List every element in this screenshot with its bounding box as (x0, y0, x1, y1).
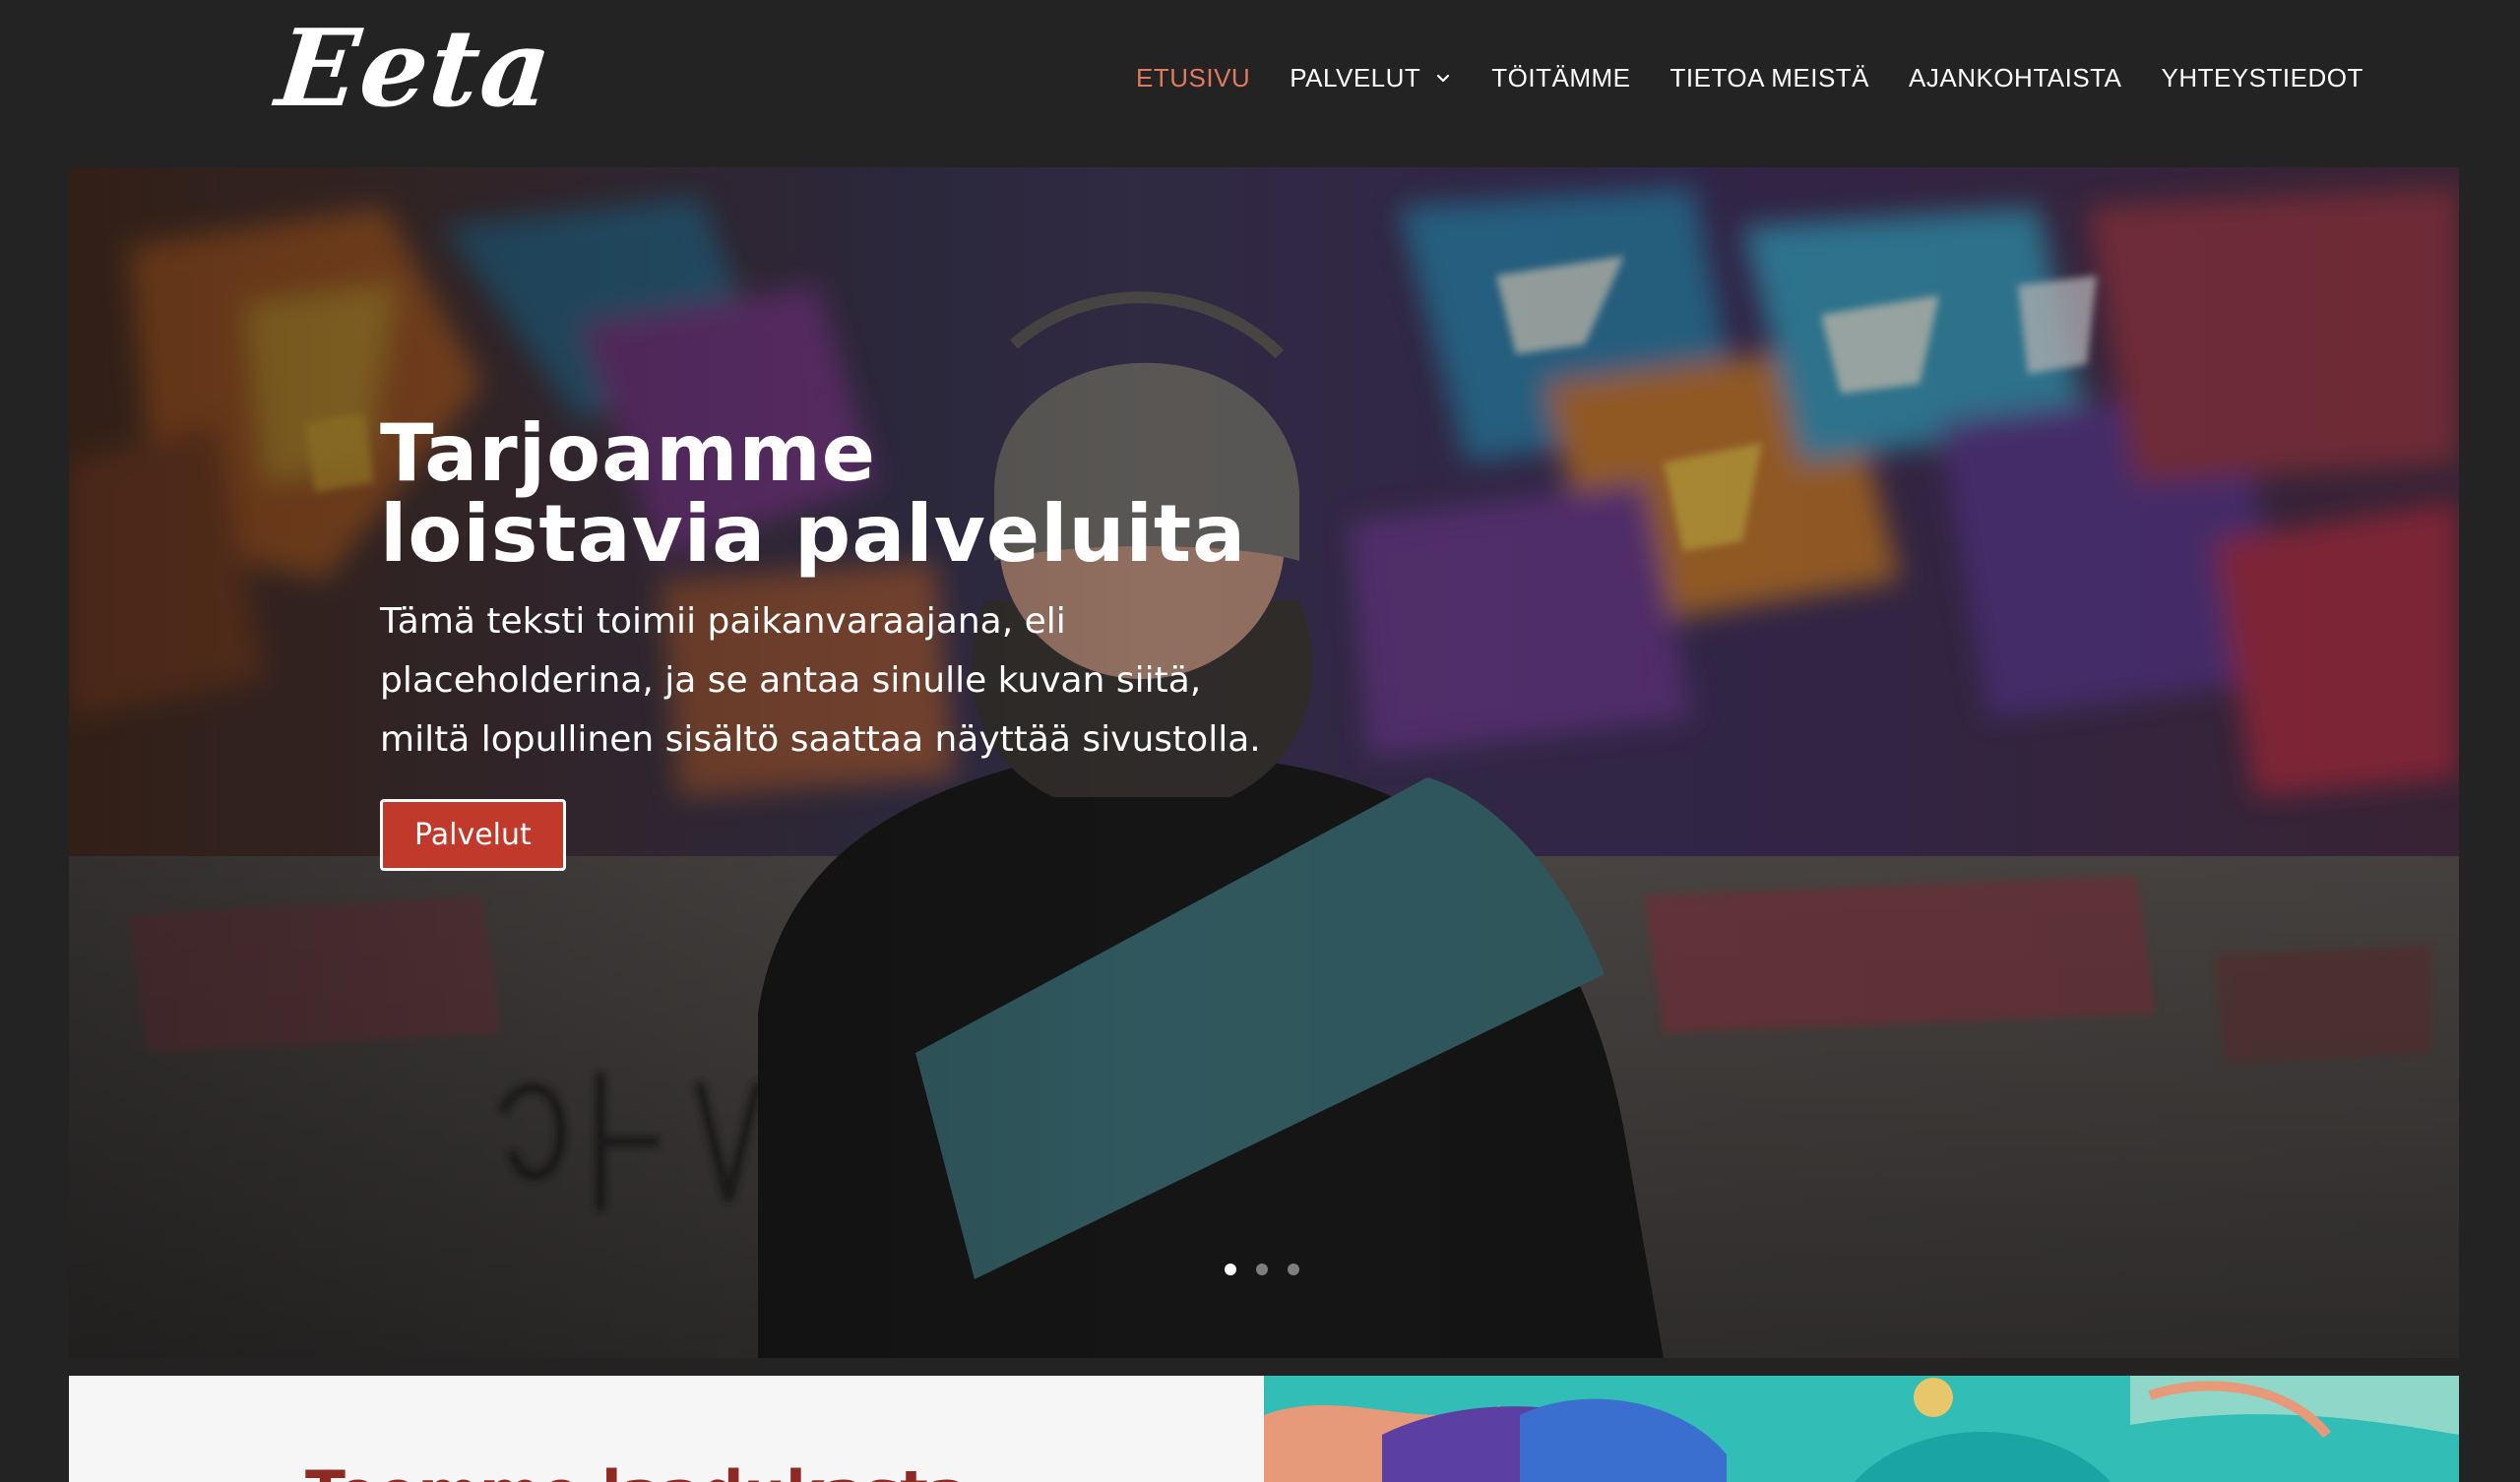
section-heading: Teemme laadukasta (305, 1458, 968, 1482)
site-header: Eeta ETUSIVU PALVELUT TÖITÄMME TIETOA ME… (0, 0, 2520, 167)
nav-item-label: PALVELUT (1290, 63, 1421, 93)
nav-item-toitamme[interactable]: TÖITÄMME (1491, 63, 1630, 93)
hero-content: Tarjoamme loistavia palveluita Tämä teks… (380, 413, 1325, 871)
mural-image (1264, 1376, 2459, 1482)
nav-item-yhteystiedot[interactable]: YHTEYSTIEDOT (2161, 63, 2362, 93)
slider-dot-1[interactable] (1225, 1264, 1236, 1275)
hero-title-line: loistavia palveluita (380, 488, 1247, 580)
chevron-down-icon (1437, 74, 1450, 82)
nav-item-tietoa-meista[interactable]: TIETOA MEISTÄ (1670, 63, 1870, 93)
palvelut-button[interactable]: Palvelut (380, 799, 566, 871)
nav-item-ajankohtaista[interactable]: AJANKOHTAISTA (1909, 63, 2121, 93)
hero-title-line: Tarjoamme (380, 407, 877, 499)
mural-graphic (1264, 1376, 2459, 1482)
slider-dot-2[interactable] (1256, 1264, 1268, 1275)
slider-dots (1225, 1264, 1319, 1275)
nav-item-palvelut[interactable]: PALVELUT (1290, 63, 1452, 93)
hero-slider: Tarjoamme loistavia palveluita Tämä teks… (69, 167, 2459, 1358)
hero-text: Tämä teksti toimii paikanvaraajana, eli … (380, 601, 1261, 760)
site-logo[interactable]: Eeta (271, 7, 558, 131)
slider-dot-3[interactable] (1288, 1264, 1299, 1275)
intro-panel: Teemme laadukasta (69, 1376, 1264, 1482)
main-nav: ETUSIVU PALVELUT TÖITÄMME TIETOA MEISTÄ … (1136, 63, 2363, 93)
hero-title: Tarjoamme loistavia palveluita (380, 413, 1325, 575)
nav-item-etusivu[interactable]: ETUSIVU (1136, 63, 1250, 93)
